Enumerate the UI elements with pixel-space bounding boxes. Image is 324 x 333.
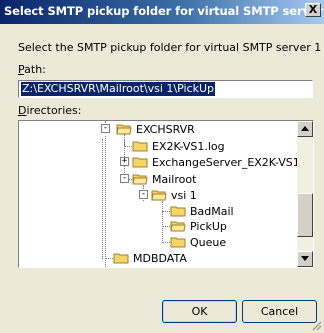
cancel-button[interactable]: Cancel (242, 300, 317, 323)
resize-grip-icon[interactable] (310, 319, 322, 331)
folder-icon (132, 141, 148, 152)
ok-button[interactable]: OK (162, 300, 237, 323)
tree-item-label: Queue (190, 236, 227, 249)
path-label: Path: (18, 63, 46, 76)
collapse-toggle[interactable]: - (120, 174, 129, 183)
folder-icon (170, 206, 186, 217)
directories-label-rest: irectories: (26, 104, 82, 117)
tree-line (162, 211, 170, 212)
path-field[interactable]: Z:\EXCHSRVR\Mailroot\vsi 1\PickUp (18, 80, 313, 98)
collapse-toggle[interactable]: - (139, 190, 148, 199)
dialog-window: Select SMTP pickup folder for virtual SM… (0, 0, 324, 333)
tree-line (162, 242, 170, 243)
tree-line (102, 139, 103, 259)
folder-icon (132, 157, 148, 168)
folder-icon (113, 253, 129, 264)
tree-line (124, 146, 132, 147)
folder-icon (170, 237, 186, 248)
tree-item-label: vsi 1 (171, 189, 197, 202)
scroll-up-icon (301, 126, 309, 131)
window-title: Select SMTP pickup folder for virtual SM… (4, 4, 324, 18)
tree-item-label: MDBDATA (133, 252, 187, 265)
scroll-up-button[interactable] (297, 121, 313, 137)
tree-item-label: EX2K-VS1.log (152, 140, 225, 153)
close-button[interactable]: X (305, 3, 321, 17)
directories-label: Directories: (18, 104, 81, 117)
tree-line (105, 258, 113, 259)
tree-item-label: PickUp (190, 220, 227, 233)
tree-item-label: BadMail (190, 205, 234, 218)
collapse-toggle[interactable]: - (101, 124, 110, 133)
tree-scrollbar[interactable] (297, 121, 313, 267)
scroll-down-icon (301, 256, 309, 261)
scroll-down-button[interactable] (297, 251, 313, 267)
tree-line (162, 226, 170, 227)
path-field-value: Z:\EXCHSRVR\Mailroot\vsi 1\PickUp (21, 82, 215, 96)
expand-toggle[interactable]: + (120, 157, 129, 166)
tree-line (105, 136, 106, 267)
open-folder-icon (132, 174, 148, 185)
title-bar[interactable]: Select SMTP pickup folder for virtual SM… (0, 0, 324, 24)
directory-tree[interactable]: - EXCHSRVR EX2K-VS1.log + ExchangeServer… (18, 120, 314, 268)
tree-item-label: ExchangeServer_EX2K-VS1 (152, 156, 300, 169)
tree-item-label: EXCHSRVR (136, 123, 195, 136)
open-folder-icon (116, 124, 132, 135)
path-label-rest: ath: (24, 63, 46, 76)
tree-item-label: Mailroot (152, 173, 197, 186)
prompt-text: Select the SMTP pickup folder for virtua… (18, 41, 322, 54)
open-folder-icon (151, 190, 167, 201)
tree-line (162, 201, 163, 241)
close-icon: X (308, 3, 318, 16)
scroll-thumb[interactable] (297, 193, 313, 237)
open-folder-icon (170, 221, 186, 232)
